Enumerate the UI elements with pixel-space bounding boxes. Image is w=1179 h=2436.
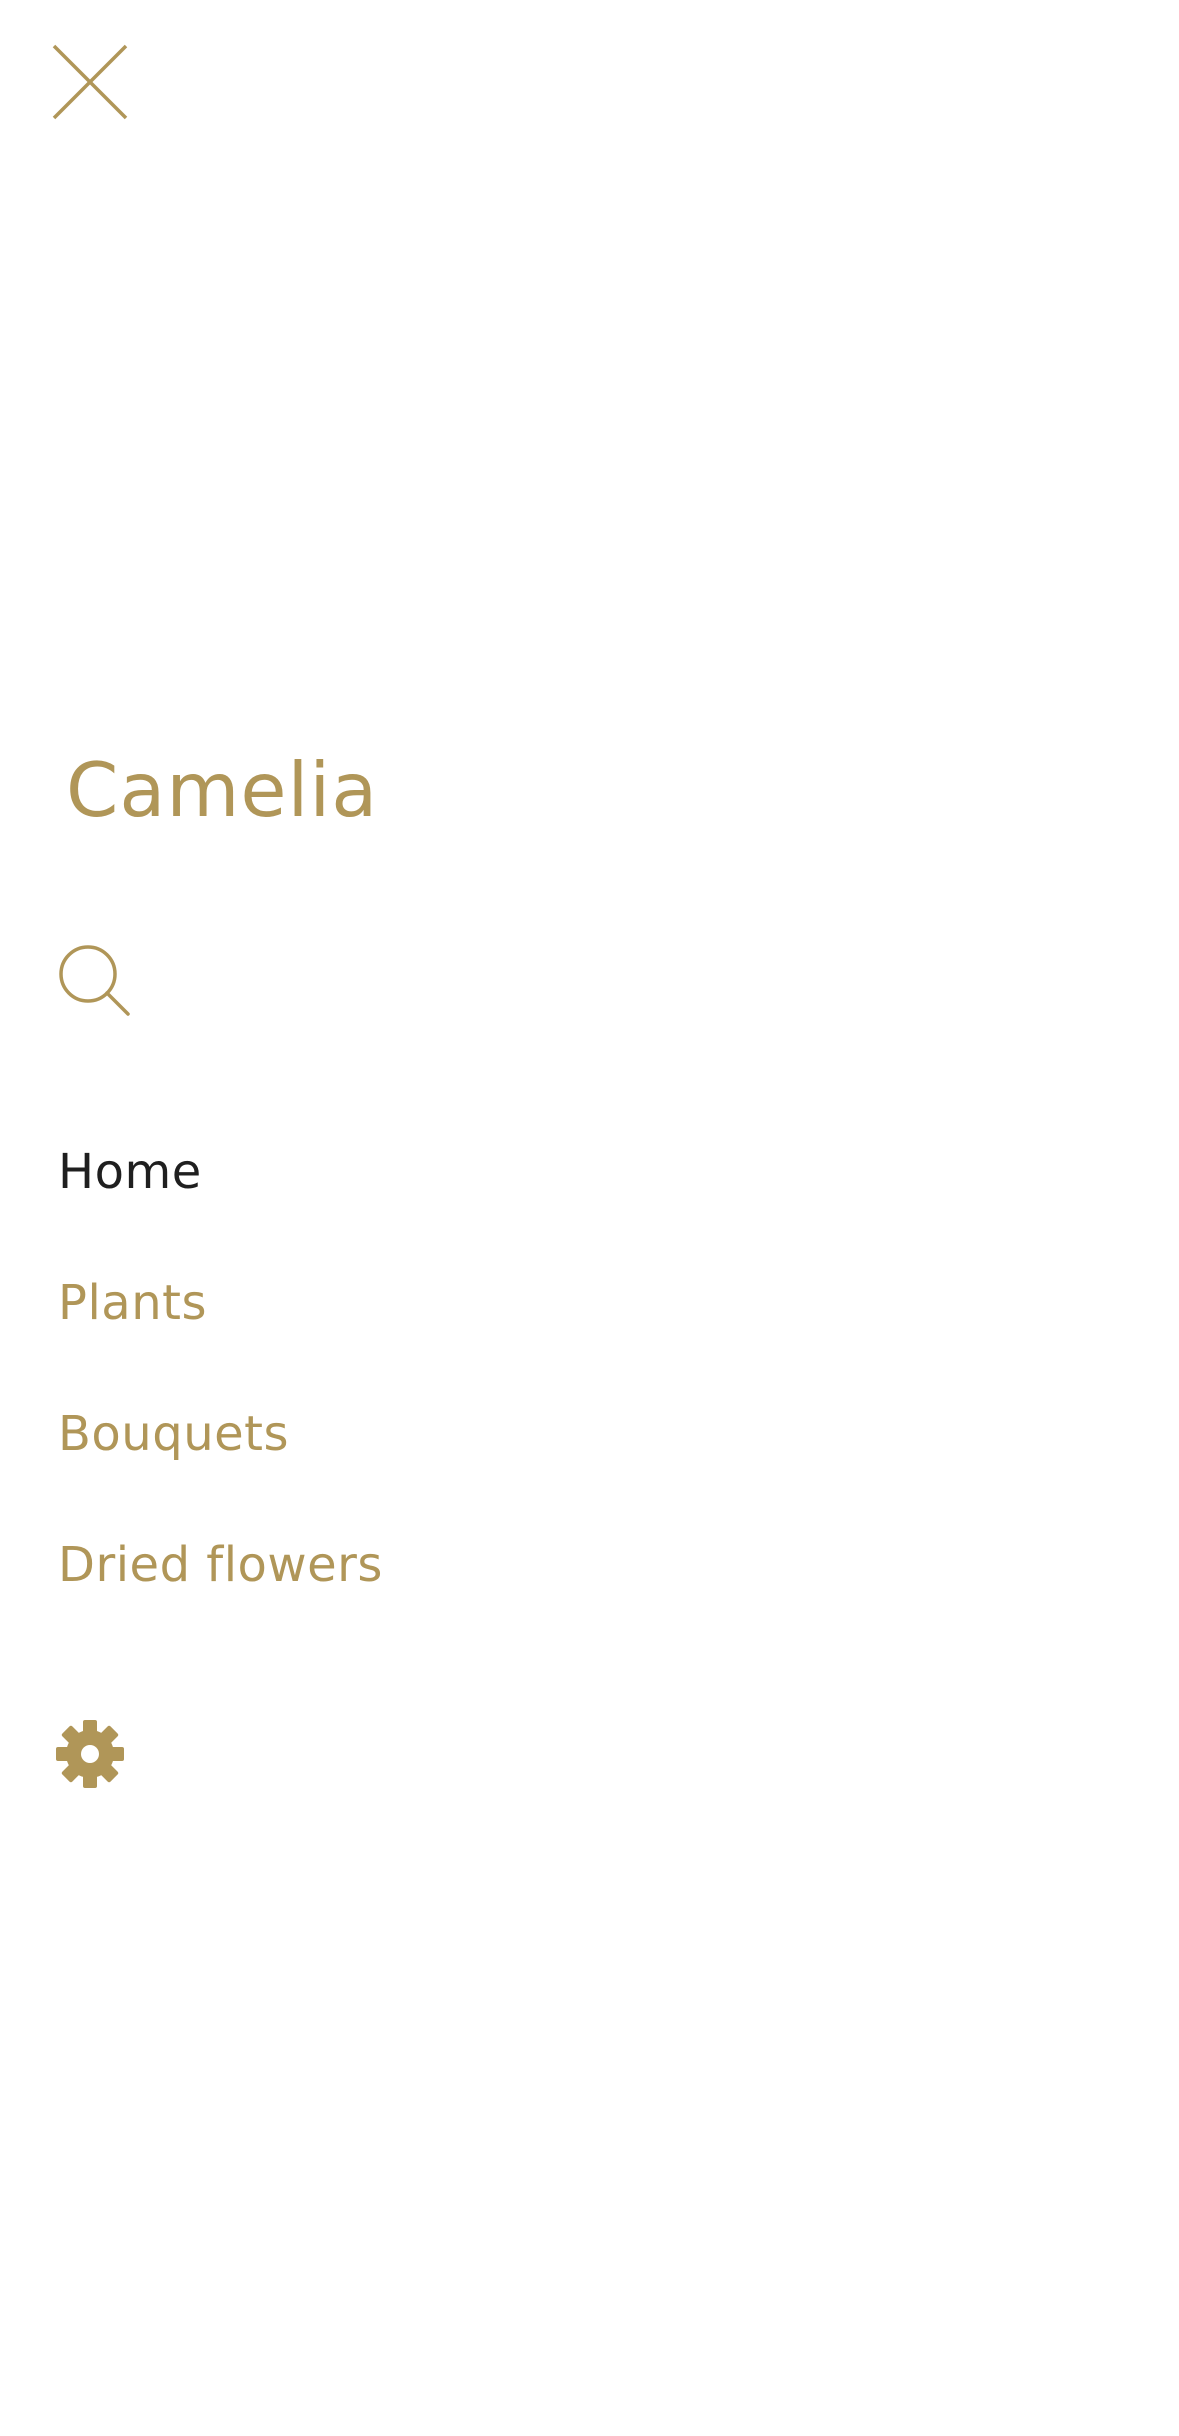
close-icon <box>52 44 128 120</box>
settings-button[interactable] <box>52 1716 128 1792</box>
main-nav: Home Plants Bouquets Dried flowers <box>58 1136 383 1660</box>
nav-item-plants[interactable]: Plants <box>58 1267 383 1398</box>
gear-icon <box>56 1720 124 1788</box>
brand-title: Camelia <box>66 746 379 834</box>
close-menu-button[interactable] <box>44 36 136 128</box>
nav-item-bouquets[interactable]: Bouquets <box>58 1398 383 1529</box>
search-button[interactable] <box>54 940 140 1026</box>
nav-item-home[interactable]: Home <box>58 1136 383 1267</box>
search-icon <box>59 945 130 1016</box>
nav-item-dried-flowers[interactable]: Dried flowers <box>58 1529 383 1660</box>
